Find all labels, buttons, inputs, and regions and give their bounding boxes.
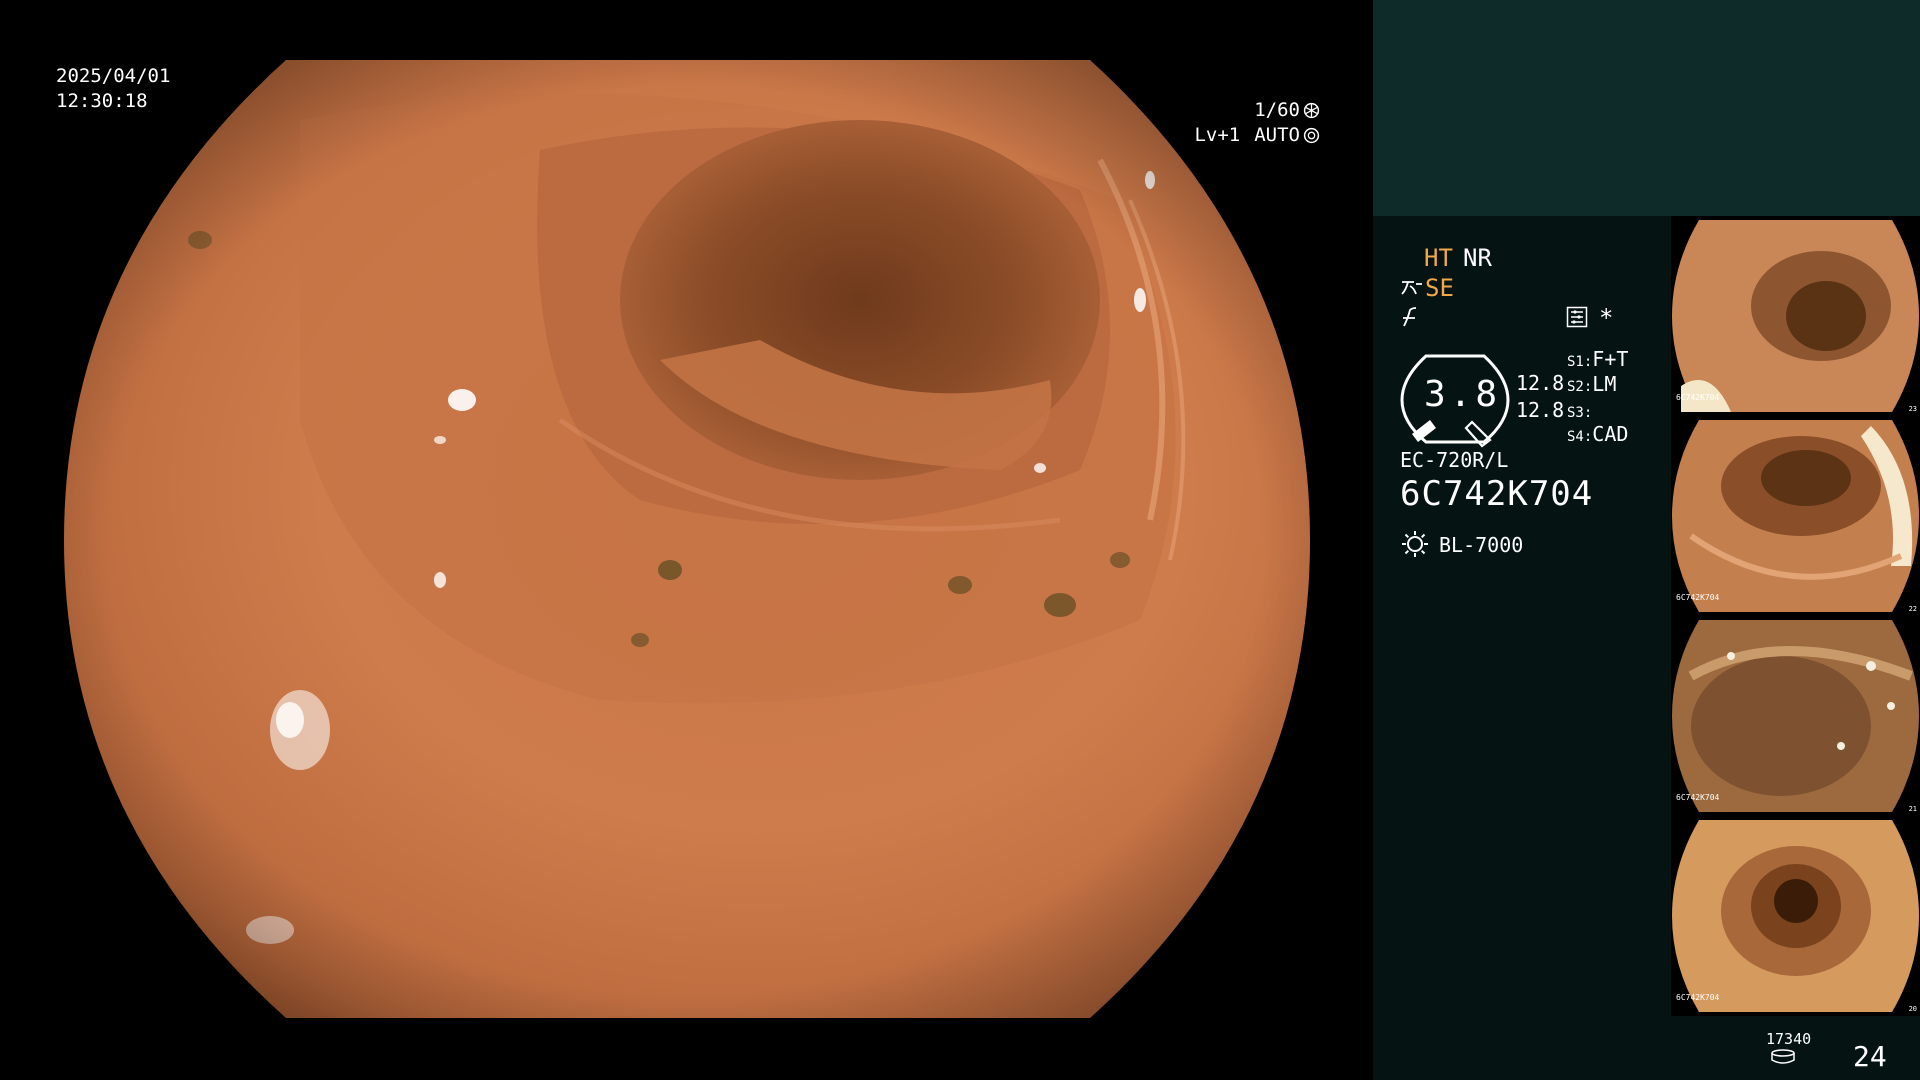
side-panel: HT NR SE * 3.8 12.8 12.8 S1:F+T S2:LM S3… bbox=[1373, 0, 1920, 1080]
capture-thumbnail[interactable]: 6C742K704 21 bbox=[1671, 616, 1920, 816]
storage-icon bbox=[1771, 1049, 1795, 1064]
switch-row: S3: bbox=[1567, 405, 1593, 421]
thumbnail-number: 22 bbox=[1908, 605, 1917, 613]
thumbnail-serial: 6C742K704 bbox=[1676, 993, 1720, 1002]
switch-row: S4:CAD bbox=[1567, 422, 1629, 446]
se-indicator: SE bbox=[1425, 274, 1454, 302]
thumbnail-serial: 6C742K704 bbox=[1676, 393, 1720, 402]
exposure-mode: AUTO bbox=[1254, 124, 1300, 146]
switch-value: CAD bbox=[1592, 422, 1629, 446]
iris-icon bbox=[1303, 102, 1320, 119]
switch-row: S1:F+T bbox=[1567, 347, 1629, 371]
capture-thumbnail[interactable]: 6C742K704 23 bbox=[1671, 216, 1920, 416]
page-number: 24 bbox=[1853, 1040, 1887, 1073]
main-endoscope-view: 2025/04/01 12:30:18 1/60 Lv+1 AUTO bbox=[0, 0, 1373, 1080]
capture-thumbnail[interactable]: 6C742K704 22 bbox=[1671, 416, 1920, 616]
thumbnail-number: 23 bbox=[1908, 405, 1917, 413]
structure-icon bbox=[1403, 307, 1417, 327]
thumbnail-image bbox=[1672, 220, 1919, 412]
thumbnail-image bbox=[1672, 620, 1919, 812]
time-text: 12:30:18 bbox=[56, 90, 148, 112]
gauge-value-b: 12.8 bbox=[1516, 398, 1565, 422]
switch-label: S4 bbox=[1567, 429, 1584, 445]
exposure-overlay: 1/60 Lv+1 AUTO bbox=[1170, 98, 1320, 148]
thumbnail-image bbox=[1672, 820, 1919, 1012]
switch-label: S1 bbox=[1567, 354, 1584, 370]
thumbnail-number: 20 bbox=[1908, 1005, 1917, 1013]
thumbnail-serial: 6C742K704 bbox=[1676, 593, 1720, 602]
date-time-overlay: 2025/04/01 12:30:18 bbox=[56, 64, 170, 114]
gauge-value-a: 12.8 bbox=[1516, 371, 1565, 395]
switch-label: S2 bbox=[1567, 379, 1584, 395]
lamp-icon bbox=[1402, 531, 1428, 557]
switch-value: F+T bbox=[1592, 347, 1629, 371]
nr-indicator: NR bbox=[1463, 244, 1492, 272]
thumbnail-serial: 6C742K704 bbox=[1676, 793, 1720, 802]
date-text: 2025/04/01 bbox=[56, 65, 171, 87]
ht-indicator: HT bbox=[1424, 244, 1453, 272]
endoscope-image bbox=[64, 60, 1310, 1018]
thumbnail-number: 21 bbox=[1908, 805, 1917, 813]
light-source-name: BL-7000 bbox=[1439, 533, 1524, 557]
settings-panel: HT NR SE * 3.8 12.8 12.8 S1:F+T S2:LM S3… bbox=[1373, 216, 1671, 1080]
surface-enhance-icon bbox=[1401, 281, 1422, 295]
switch-value: LM bbox=[1592, 372, 1617, 396]
shutter-speed: 1/60 bbox=[1254, 99, 1300, 121]
capture-thumbnails: 6C742K704 23 6C742K704 22 6C742K704 21 6… bbox=[1671, 216, 1920, 1016]
gauge-value: 3.8 bbox=[1424, 374, 1502, 415]
side-panel-header bbox=[1373, 0, 1920, 216]
brightness-level: Lv+1 bbox=[1194, 124, 1241, 146]
switch-label: S3 bbox=[1567, 405, 1584, 421]
thumbnail-image bbox=[1672, 420, 1919, 612]
asterisk-indicator: * bbox=[1599, 304, 1614, 332]
storage-count: 17340 bbox=[1766, 1030, 1812, 1048]
scope-serial: 6C742K704 bbox=[1400, 474, 1594, 514]
menu-icon bbox=[1566, 306, 1588, 328]
switch-row: S2:LM bbox=[1567, 372, 1617, 396]
aperture-icon bbox=[1303, 127, 1320, 144]
capture-thumbnail[interactable]: 6C742K704 20 bbox=[1671, 816, 1920, 1016]
scope-model: EC-720R/L bbox=[1400, 448, 1509, 472]
